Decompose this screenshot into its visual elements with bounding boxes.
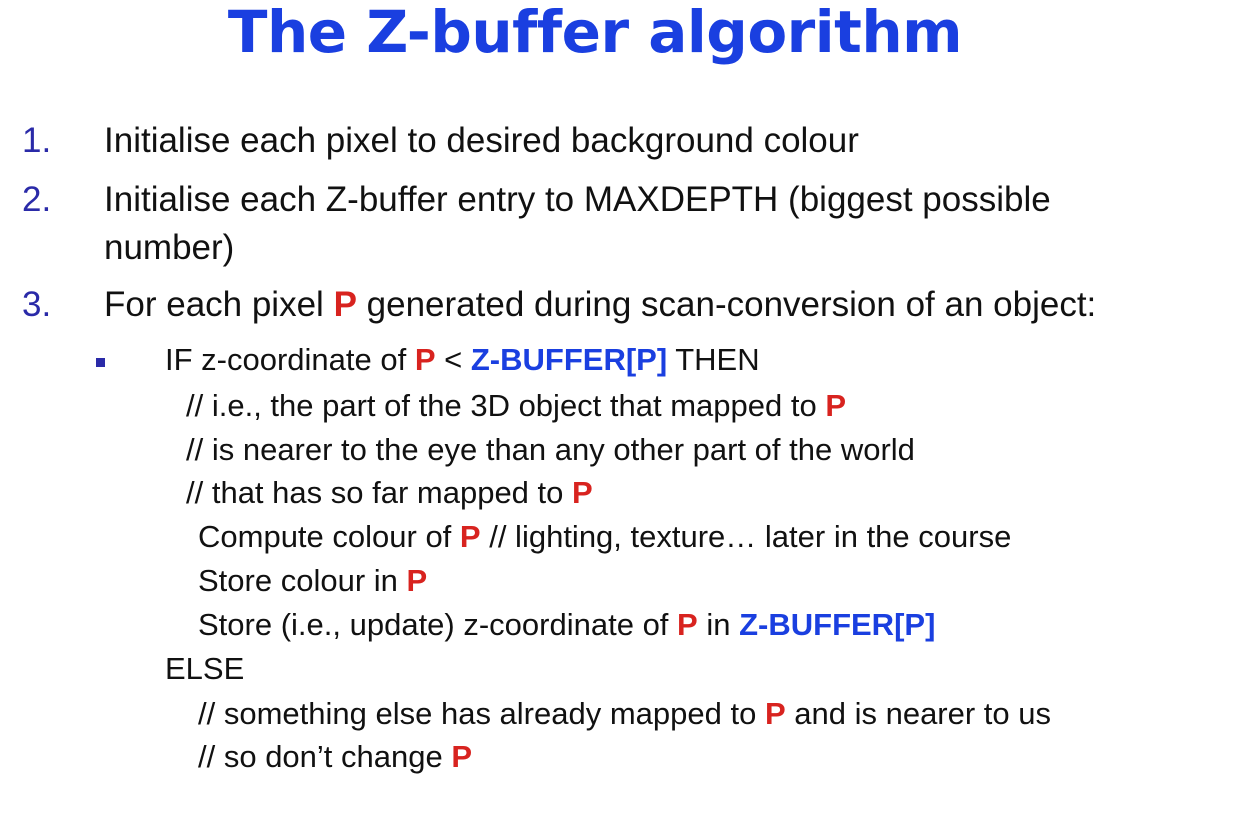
- zbuffer-term: Z-BUFFER[P]: [739, 607, 936, 642]
- slide-title: The Z-buffer algorithm: [227, 0, 963, 66]
- if-condition-line: IF z-coordinate of P < Z-BUFFER[P] THEN: [165, 342, 760, 378]
- pixel-p-marker: P: [414, 342, 436, 377]
- step-3-text-before: For each pixel: [104, 285, 334, 324]
- else-comment-line-2: // so don’t change P: [198, 739, 472, 775]
- store-z-prefix: Store (i.e., update) z-coordinate of: [198, 607, 678, 642]
- pixel-p-marker: P: [677, 607, 698, 642]
- zbuffer-term: Z-BUFFER[P]: [470, 342, 668, 377]
- else-comment-1-suffix: and is nearer to us: [785, 696, 1052, 731]
- else-comment-2-text: // so don’t change: [198, 739, 452, 774]
- less-than: <: [435, 342, 471, 377]
- comment-3-text: // that has so far mapped to: [186, 475, 573, 510]
- slide: The Z-buffer algorithm 1. Initialise eac…: [0, 0, 1260, 818]
- then-keyword: THEN: [667, 342, 760, 377]
- step-3-number: 3.: [22, 285, 52, 324]
- pixel-p-marker: P: [451, 739, 473, 774]
- pixel-p-marker: P: [764, 696, 786, 731]
- else-keyword: ELSE: [165, 651, 245, 686]
- comment-line-3: // that has so far mapped to P: [186, 475, 593, 511]
- pixel-p-marker: P: [825, 388, 847, 423]
- if-prefix: IF z-coordinate of: [165, 342, 415, 377]
- store-colour-text: Store colour in: [198, 563, 407, 598]
- compute-prefix: Compute colour of: [198, 519, 460, 554]
- compute-colour-line: Compute colour of P // lighting, texture…: [198, 519, 1011, 555]
- pixel-p-marker: P: [333, 285, 357, 324]
- else-comment-line-1: // something else has already mapped to …: [198, 696, 1051, 732]
- step-3-text-after: generated during scan-conversion of an o…: [356, 285, 1097, 324]
- step-2-number: 2.: [22, 180, 52, 219]
- pixel-p-marker: P: [406, 563, 428, 598]
- step-3-text: For each pixel P generated during scan-c…: [104, 285, 1096, 325]
- square-bullet-icon: [96, 358, 105, 367]
- comment-line-1: // i.e., the part of the 3D object that …: [186, 388, 846, 424]
- step-1-text: Initialise each pixel to desired backgro…: [104, 121, 859, 160]
- store-z-line: Store (i.e., update) z-coordinate of P i…: [198, 607, 935, 643]
- store-z-mid: in: [697, 607, 740, 642]
- comment-1-text: // i.e., the part of the 3D object that …: [186, 388, 826, 423]
- pixel-p-marker: P: [572, 475, 593, 510]
- compute-suffix: // lighting, texture… later in the cours…: [480, 519, 1012, 554]
- pixel-p-marker: P: [459, 519, 481, 554]
- step-2-text-line2: number): [104, 228, 235, 267]
- store-colour-line: Store colour in P: [198, 563, 427, 599]
- step-2-text-line1: Initialise each Z-buffer entry to MAXDEP…: [104, 180, 1051, 219]
- step-1-number: 1.: [22, 121, 52, 160]
- comment-line-2: // is nearer to the eye than any other p…: [186, 432, 915, 467]
- else-comment-1-prefix: // something else has already mapped to: [198, 696, 765, 731]
